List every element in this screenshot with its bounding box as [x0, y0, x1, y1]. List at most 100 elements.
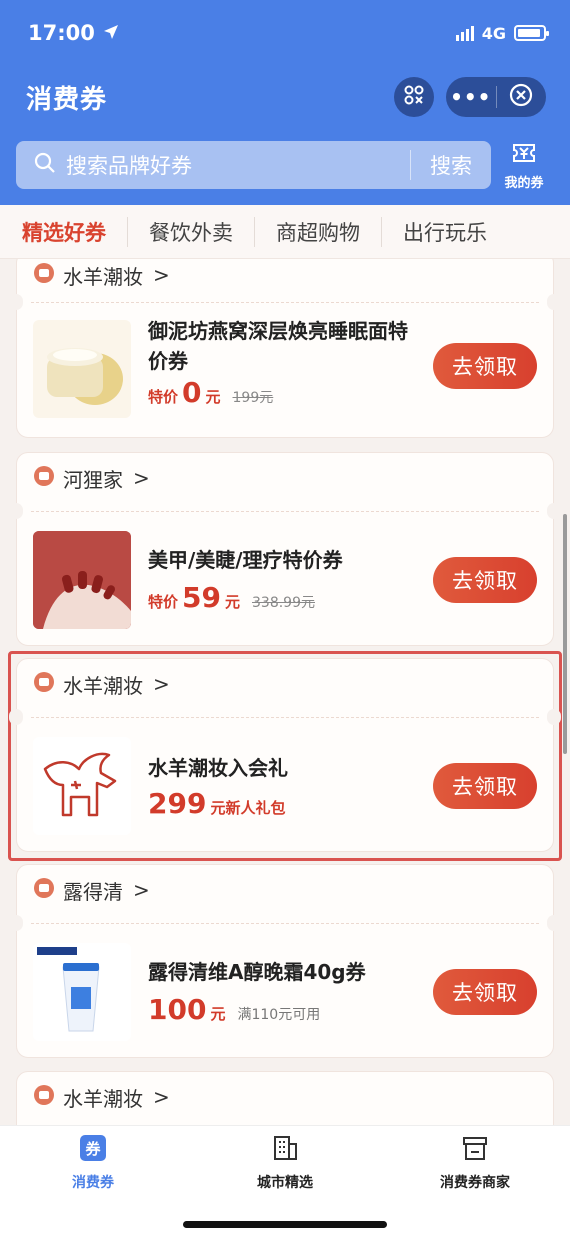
- battery-icon: [514, 25, 549, 41]
- shop-icon: [33, 262, 55, 289]
- usage-condition: 满110元可用: [237, 1007, 321, 1023]
- ticket-notch: [547, 709, 561, 725]
- original-price: 338.99元: [252, 595, 315, 611]
- my-coupons-label: 我的券: [504, 175, 544, 191]
- chevron-right-icon: >: [153, 672, 170, 696]
- coupon-title: 露得清维A醇晚霜40g券: [148, 960, 366, 984]
- shop-icon: [33, 465, 55, 492]
- coupon-title: 美甲/美睫/理疗特价券: [148, 548, 343, 572]
- coupon-card: 河狸家 > 美甲/美睫/理疗特价券 特价 59 元 338.99元 去领取: [9, 452, 561, 646]
- price-unit: 元: [224, 593, 240, 611]
- coupon-wallet-icon: [511, 140, 537, 170]
- coupon-price: 特价 0 元 199元: [148, 376, 273, 409]
- building-icon: [271, 1134, 299, 1166]
- shop-icon: [33, 877, 55, 904]
- tab-supermarket[interactable]: 商超购物: [255, 216, 382, 247]
- tab-food-delivery[interactable]: 餐饮外卖: [128, 216, 255, 247]
- claim-button[interactable]: 去领取: [433, 763, 537, 809]
- nav-label: 消费券: [72, 1175, 114, 1191]
- coupon-card: 水羊潮妆 > 水羊潮妆入会礼 299 元新人礼包 去领取: [9, 658, 561, 852]
- page-title: 消费券: [26, 84, 108, 115]
- ticket-divider: [31, 302, 539, 303]
- coupon-icon: 券: [79, 1134, 107, 1166]
- ticket-notch: [9, 294, 23, 310]
- chevron-right-icon: >: [153, 1085, 170, 1109]
- app-header: 17:00 4G 消费券 ••• 搜索品牌好券 搜索 我的券: [0, 0, 570, 205]
- chevron-right-icon: >: [133, 466, 150, 490]
- claim-button[interactable]: 去领取: [433, 343, 537, 389]
- tab-featured[interactable]: 精选好券: [0, 216, 128, 247]
- network-label: 4G: [481, 23, 506, 43]
- nav-merchants[interactable]: 消费券商家: [400, 1134, 550, 1192]
- price-value: 59: [182, 581, 221, 614]
- coupon-price: 299 元新人礼包: [148, 787, 285, 820]
- coupon-list: 水羊潮妆 > 御泥坊燕窝深层焕亮睡眠面特价券 特价 0 元 199元 去领取 河…: [0, 259, 570, 1125]
- my-coupons-button[interactable]: 我的券: [495, 140, 553, 191]
- nav-city-picks[interactable]: 城市精选: [210, 1134, 360, 1192]
- ticket-divider: [31, 923, 539, 924]
- shop-link[interactable]: 河狸家 >: [33, 463, 150, 493]
- price-value: 100: [148, 993, 207, 1026]
- manicure-image: [33, 531, 131, 629]
- category-tabs: 精选好券 餐饮外卖 商超购物 出行玩乐: [0, 205, 570, 259]
- home-indicator: [183, 1221, 387, 1228]
- scan-button[interactable]: [394, 77, 434, 117]
- cream-jar-image: [33, 320, 131, 418]
- coupon-card: 水羊潮妆 >: [16, 1071, 554, 1125]
- ticket-notch: [9, 709, 23, 725]
- miniapp-capsule: •••: [446, 77, 546, 117]
- status-bar: 17:00 4G: [28, 18, 549, 48]
- close-button[interactable]: [497, 83, 547, 111]
- more-button[interactable]: •••: [446, 85, 496, 109]
- shop-name: 水羊潮妆: [63, 673, 143, 698]
- ticket-divider: [31, 511, 539, 512]
- scrollbar[interactable]: [563, 514, 567, 754]
- shop-link[interactable]: 水羊潮妆 >: [33, 669, 170, 699]
- coupon-title: 水羊潮妆入会礼: [148, 756, 288, 780]
- nav-label: 消费券商家: [440, 1175, 510, 1191]
- coupon-price: 100 元 满110元可用: [148, 993, 320, 1026]
- shop-link[interactable]: 水羊潮妆 >: [33, 1082, 170, 1112]
- tab-travel[interactable]: 出行玩乐: [382, 217, 508, 247]
- ticket-notch: [547, 294, 561, 310]
- search-bar[interactable]: 搜索品牌好券 搜索: [16, 141, 491, 189]
- status-time: 17:00: [28, 21, 95, 45]
- coupon-title: 御泥坊燕窝深层焕亮睡眠面特价券: [148, 319, 408, 373]
- price-value: 299: [148, 787, 207, 820]
- price-value: 0: [182, 376, 202, 409]
- coupon-price: 特价 59 元 338.99元: [148, 581, 315, 614]
- shop-name: 河狸家: [63, 467, 123, 492]
- original-price: 199元: [232, 390, 274, 406]
- price-unit: 元新人礼包: [210, 799, 286, 817]
- ticket-notch: [547, 915, 561, 931]
- search-input[interactable]: 搜索品牌好券: [66, 150, 410, 180]
- price-unit: 元: [205, 388, 221, 406]
- cream-tube-image: [33, 943, 131, 1041]
- coupon-card: 露得清 > 露得清维A醇晚霜40g券 100 元 满110元可用 去领取: [9, 864, 561, 1058]
- shop-name: 露得清: [63, 879, 123, 904]
- scan-icon: [403, 84, 425, 110]
- store-icon: [461, 1134, 489, 1166]
- shop-icon: [33, 671, 55, 698]
- search-icon: [34, 152, 56, 178]
- ticket-notch: [9, 915, 23, 931]
- signal-icon: [455, 25, 474, 41]
- ticket-notch: [9, 503, 23, 519]
- shop-icon: [33, 1084, 55, 1111]
- close-icon: [509, 83, 533, 111]
- goat-logo: [33, 737, 131, 835]
- shop-name: 水羊潮妆: [63, 1086, 143, 1111]
- shop-link[interactable]: 露得清 >: [33, 875, 150, 905]
- shop-link[interactable]: 水羊潮妆 >: [33, 260, 170, 290]
- price-tag: 特价: [148, 593, 179, 611]
- nav-coupons[interactable]: 券 消费券: [18, 1134, 168, 1192]
- ticket-divider: [31, 717, 539, 718]
- claim-button[interactable]: 去领取: [433, 557, 537, 603]
- search-button[interactable]: 搜索: [411, 150, 491, 180]
- chevron-right-icon: >: [153, 263, 170, 287]
- chevron-right-icon: >: [133, 878, 150, 902]
- price-tag: 特价: [148, 388, 179, 406]
- claim-button[interactable]: 去领取: [433, 969, 537, 1015]
- nav-label: 城市精选: [257, 1175, 313, 1191]
- coupon-icon-label: 券: [85, 1140, 101, 1158]
